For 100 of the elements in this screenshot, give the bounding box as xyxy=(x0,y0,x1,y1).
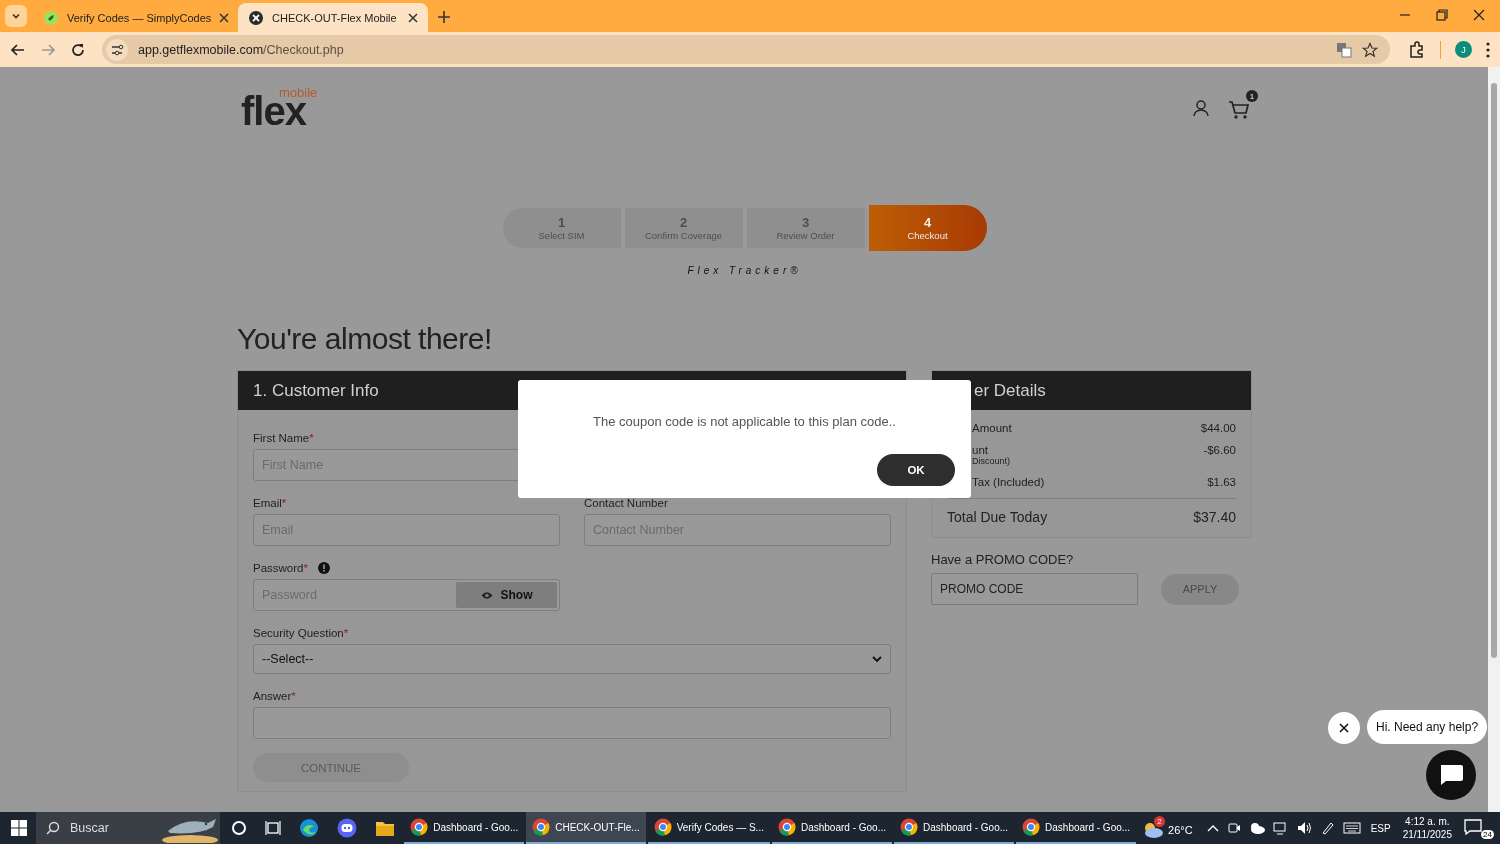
keyboard-icon[interactable] xyxy=(1342,822,1361,834)
task-view-icon[interactable] xyxy=(265,820,282,836)
eye-icon xyxy=(480,590,493,600)
clock[interactable]: 4:12 a. m. 21/11/2025 xyxy=(1402,815,1452,841)
chrome-icon xyxy=(1022,818,1041,836)
chrome-icon xyxy=(900,818,918,836)
star-icon[interactable] xyxy=(1362,41,1378,58)
field-label: Answer* xyxy=(253,690,296,702)
flex-logo-icon xyxy=(248,9,264,26)
step-number: 2 xyxy=(679,215,688,230)
taskbar-app[interactable]: Verify Codes — S... xyxy=(647,812,770,844)
line-item-amount: -$6.60 xyxy=(1203,444,1236,458)
line-item-note: Discount) xyxy=(972,456,1010,466)
line-item-amount: $44.00 xyxy=(1200,422,1236,434)
site-settings-icon[interactable] xyxy=(106,38,128,61)
close-chat-button[interactable] xyxy=(1328,712,1360,744)
notifications-button[interactable]: 24 xyxy=(1462,815,1494,841)
tag-icon xyxy=(43,9,59,26)
chrome-icon xyxy=(777,818,796,836)
promo-label: Have a PROMO CODE? xyxy=(931,552,1075,567)
tracker-label: Flex Tracker® xyxy=(686,265,803,276)
folder-icon[interactable] xyxy=(375,819,396,837)
info-icon[interactable] xyxy=(318,562,330,574)
restore-icon[interactable] xyxy=(1436,9,1448,21)
total-amount: $37.40 xyxy=(1193,509,1236,525)
chat-icon xyxy=(1438,764,1464,786)
cloud-icon xyxy=(1142,821,1165,839)
page-heading: You're almost there! xyxy=(237,322,493,356)
line-item-label: Tax (Included) xyxy=(972,476,1045,488)
puzzle-icon[interactable] xyxy=(1408,40,1426,59)
close-icon[interactable] xyxy=(1473,9,1485,21)
translate-icon[interactable] xyxy=(1336,41,1352,58)
line-item-amount: $1.63 xyxy=(1207,476,1236,488)
step-number: 1 xyxy=(557,215,566,230)
dialog-message: The coupon code is not applicable to this plan code.. xyxy=(592,414,897,429)
scrollbar[interactable] xyxy=(1488,67,1500,812)
total-label: Total Due Today xyxy=(947,509,1048,525)
field-label: Email* xyxy=(253,497,287,509)
taskbar-app[interactable]: CHECK-OUT-Fle... xyxy=(526,812,646,844)
menu-icon[interactable] xyxy=(1486,41,1490,58)
meet-now-icon[interactable] xyxy=(1226,821,1241,835)
step-label: Select SIM xyxy=(538,230,585,241)
text-field[interactable] xyxy=(253,707,891,739)
dropdown[interactable]: --Select-- xyxy=(253,644,891,674)
chevron-down-icon xyxy=(872,655,882,663)
chrome-icon xyxy=(532,818,551,836)
new-tab-icon[interactable] xyxy=(438,11,450,23)
back-icon[interactable] xyxy=(10,41,26,58)
discord-icon[interactable] xyxy=(337,818,358,838)
taskbar-app[interactable]: Dashboard - Goo... xyxy=(771,812,892,844)
line-item-label: Amount xyxy=(972,422,1012,434)
taskbar-app[interactable]: Dashboard - Goo... xyxy=(404,812,525,844)
tab-title: Verify Codes — SimplyCodes xyxy=(67,11,212,24)
line-item-label: unt xyxy=(972,444,989,456)
promo-code-field[interactable]: PROMO CODE xyxy=(931,573,1138,605)
message-icon xyxy=(1464,819,1482,835)
field-label: Password* xyxy=(253,562,308,574)
show-password-button[interactable]: Show xyxy=(456,582,557,608)
section-title: 1. Customer Info xyxy=(253,380,379,401)
search-icon xyxy=(46,821,60,835)
volume-icon[interactable] xyxy=(1296,821,1313,835)
chrome-icon xyxy=(653,818,672,836)
chevron-up-icon[interactable] xyxy=(1206,824,1219,832)
onedrive-icon[interactable] xyxy=(1248,822,1265,834)
url-text: app.getflexmobile.com/Checkout.php xyxy=(138,42,344,57)
edge-icon[interactable] xyxy=(299,818,320,838)
chat-launcher-button[interactable] xyxy=(1426,750,1476,800)
cortana-icon[interactable] xyxy=(231,820,248,836)
close-icon[interactable] xyxy=(219,12,230,23)
cart-count-badge: 1 xyxy=(1246,90,1258,102)
input-language[interactable]: ESP xyxy=(1370,822,1391,834)
taskbar-search-box[interactable]: Buscar xyxy=(36,812,221,844)
weather-widget[interactable]: 2 26°C xyxy=(1138,815,1195,841)
user-icon[interactable] xyxy=(1192,99,1210,117)
field-label: First Name* xyxy=(253,432,314,444)
network-icon[interactable] xyxy=(1272,821,1289,835)
step-number: 4 xyxy=(923,215,932,230)
field-label: Security Question* xyxy=(253,627,349,639)
taskbar-app[interactable]: Dashboard - Goo... xyxy=(894,812,1015,844)
reload-icon[interactable] xyxy=(70,41,86,58)
taskbar-app[interactable]: Dashboard - Goo... xyxy=(1016,812,1137,844)
chrome-icon xyxy=(410,818,429,836)
chat-greeting[interactable]: Hi. Need any help? xyxy=(1367,710,1488,744)
close-icon xyxy=(1339,723,1349,733)
step-number: 3 xyxy=(801,215,810,230)
step-label: Checkout xyxy=(907,230,948,241)
profile-avatar[interactable]: J xyxy=(1455,41,1472,58)
close-icon[interactable] xyxy=(408,12,418,23)
field-label: Contact Number xyxy=(584,497,668,509)
address-bar[interactable]: app.getflexmobile.com/Checkout.php xyxy=(102,35,1390,64)
chevron-down-icon xyxy=(11,11,21,21)
tab-search-button[interactable] xyxy=(5,5,27,27)
ok-button[interactable]: OK xyxy=(877,454,955,486)
windows-start-icon[interactable] xyxy=(11,820,27,836)
cart-icon[interactable] xyxy=(1228,100,1250,120)
step-label: Review Order xyxy=(776,230,835,241)
browser-tab[interactable]: CHECK-OUT-Flex Mobile xyxy=(238,3,428,32)
pen-icon[interactable] xyxy=(1320,821,1335,835)
browser-tab[interactable]: Verify Codes — SimplyCodes xyxy=(33,3,238,32)
tab-title: CHECK-OUT-Flex Mobile xyxy=(272,11,398,24)
